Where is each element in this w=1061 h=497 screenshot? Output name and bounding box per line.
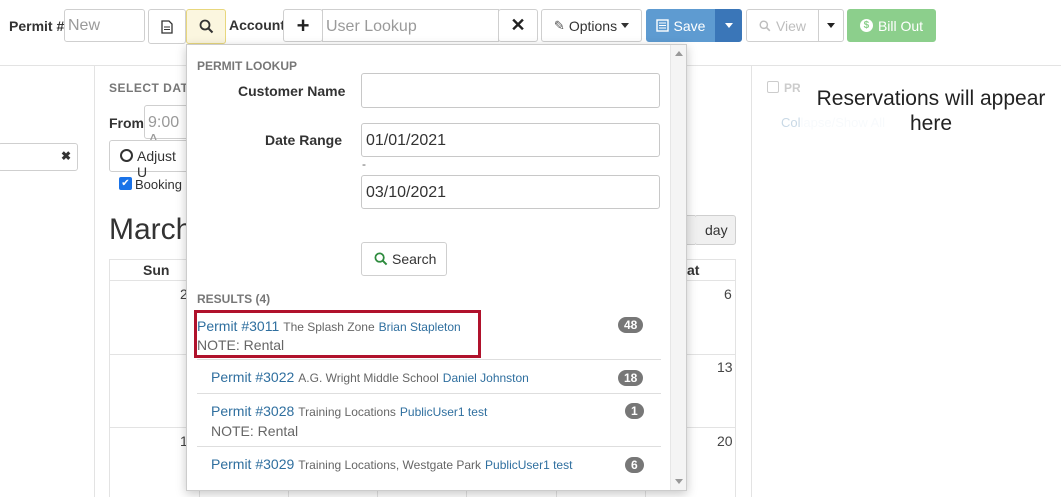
close-icon: ✕ [510,15,526,35]
popup-scrollbar[interactable] [670,45,686,490]
count-badge: 6 [625,457,644,473]
options-label: Options [568,17,618,34]
date-range-label: Date Range [265,132,343,148]
calendar-day-number[interactable]: 20 [717,433,733,449]
day-view-label: day [705,222,728,238]
count-badge: 48 [618,317,644,333]
scroll-up-icon[interactable] [675,51,683,56]
divider [751,66,752,497]
scroll-down-icon[interactable] [675,479,683,484]
permit-label: Permit # [9,18,65,34]
customer-name-label: Customer Name [238,83,346,99]
permit-location: Training Locations, Westgate Park [298,458,482,472]
document-icon [161,19,173,34]
divider [197,393,661,394]
view-button-edge[interactable] [686,215,695,245]
customer-name-input[interactable] [361,73,660,108]
date-range-separator: - [362,157,366,171]
permit-user-link[interactable]: Daniel Johnston [443,371,529,385]
permit-note: NOTE: Rental [211,423,299,439]
booking-checkbox-label: Booking [135,177,182,192]
chevron-down-icon [724,23,733,28]
booking-checkbox[interactable]: ✔ [119,177,132,190]
left-filter-input[interactable]: ✖ [0,143,78,171]
calendar-day-number[interactable]: 6 [724,286,732,302]
save-dropdown-button[interactable] [715,9,742,42]
results-heading: RESULTS (4) [197,292,271,306]
divider [94,66,95,497]
count-badge: 18 [618,370,644,386]
permit-number-input[interactable]: New [64,9,145,42]
account-label: Account [229,17,285,33]
search-icon [199,19,213,34]
pencil-icon: ✎ [553,17,565,33]
save-button[interactable]: Save [646,9,715,42]
day-view-button[interactable]: day [694,215,736,245]
reservations-placeholder: Reservations will appear here [800,86,1061,136]
clear-account-button[interactable]: ✕ [498,9,538,42]
view-dropdown-button[interactable] [818,9,844,42]
bill-out-label: Bill Out [877,17,924,34]
permit-document-button[interactable] [148,9,186,44]
permit-location: A.G. Wright Middle School [298,371,439,385]
search-icon [759,19,771,31]
count-badge: 1 [625,403,644,419]
search-icon [374,252,388,266]
divider [197,446,661,447]
permit-user-link[interactable]: PublicUser1 test [400,405,487,419]
date-to-input[interactable]: 03/10/2021 [361,175,660,209]
calendar-title: March [109,213,193,246]
day-header-sun: Sun [143,262,170,278]
permit-number-placeholder: New [68,17,101,34]
clear-filter-icon[interactable]: ✖ [61,149,71,163]
adjust-button-label: Adjust U [137,148,176,180]
save-label: Save [673,17,706,34]
select-date-heading: SELECT DAT [109,81,189,95]
popup-search-label: Search [392,251,437,267]
add-account-button[interactable]: + [283,9,323,42]
permit-link[interactable]: Permit #3022 [211,369,294,385]
permit-search-button[interactable] [186,9,226,44]
adjust-button[interactable]: Adjust U [109,140,189,180]
view-button[interactable]: View [746,9,819,42]
result-item[interactable]: Permit #3022 A.G. Wright Middle School Dan… [197,361,661,393]
result-item[interactable]: Permit #3029 Training Locations, Westgate… [197,448,661,480]
chevron-down-icon [827,23,835,28]
highlight-box [194,310,481,358]
plus-icon: + [296,12,310,38]
day-header-sat: at [687,262,700,278]
right-panel-heading: PR [784,81,801,95]
permit-link[interactable]: Permit #3029 [211,456,294,472]
calendar-day-number[interactable]: 13 [717,359,733,375]
options-button[interactable]: ✎ Options [541,9,642,42]
date-from-input[interactable]: 01/01/2021 [361,123,660,157]
popup-heading: PERMIT LOOKUP [197,59,298,73]
popup-search-button[interactable]: Search [361,242,447,276]
view-label: View [775,17,807,34]
permit-location: Training Locations [298,405,396,419]
right-panel-checkbox[interactable] [767,81,779,93]
user-lookup-placeholder: User Lookup [326,18,417,35]
save-icon [655,19,669,32]
dollar-icon: $ [859,19,873,32]
result-item[interactable]: Permit #3028 Training Locations PublicUser… [197,395,661,445]
bill-out-button[interactable]: $ Bill Out [847,9,936,42]
permit-user-link[interactable]: PublicUser1 test [485,458,572,472]
user-lookup-input[interactable]: User Lookup [322,9,499,42]
clock-icon [120,149,133,162]
permit-lookup-popup: PERMIT LOOKUP Customer Name Date Range 0… [186,44,687,491]
from-label: From [109,115,144,131]
permit-link[interactable]: Permit #3028 [211,403,294,419]
chevron-down-icon [621,23,630,28]
divider [197,359,661,360]
